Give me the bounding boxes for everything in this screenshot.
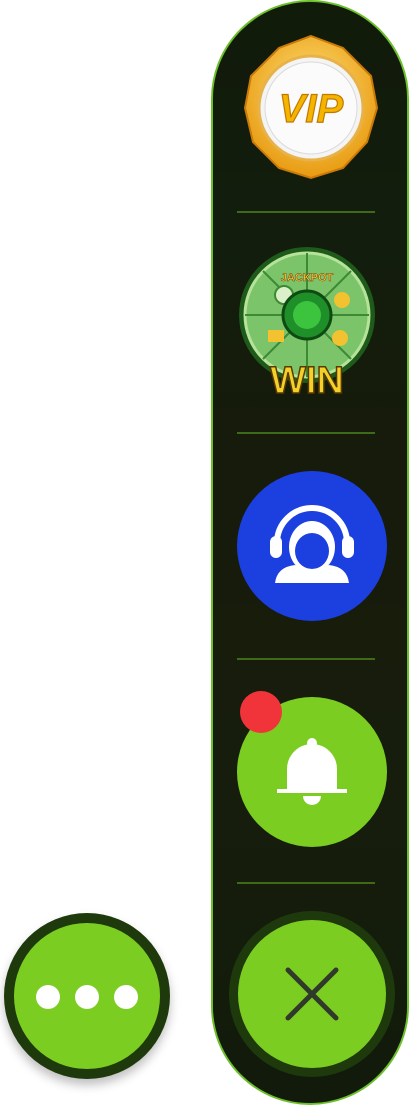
divider [237, 211, 375, 213]
customer-support-button[interactable] [237, 471, 387, 621]
dot [114, 985, 138, 1009]
divider [237, 882, 375, 884]
close-x-icon [285, 967, 339, 1021]
win-label: WIN [270, 360, 344, 397]
vip-label: VIP [279, 87, 344, 131]
unread-notification-dot [240, 691, 282, 733]
dot [75, 985, 99, 1009]
jackpot-wheel-button[interactable]: JACKPOT WIN [236, 245, 378, 397]
divider [237, 432, 375, 434]
divider [237, 658, 375, 660]
vip-button[interactable]: VIP [243, 34, 379, 180]
headset-support-icon [270, 505, 354, 583]
jackpot-wheel-icon: JACKPOT WIN [239, 247, 375, 397]
jackpot-label: JACKPOT [281, 272, 334, 284]
close-button[interactable] [238, 920, 386, 1068]
dot [36, 985, 60, 1009]
vip-badge-icon: VIP [243, 34, 379, 180]
